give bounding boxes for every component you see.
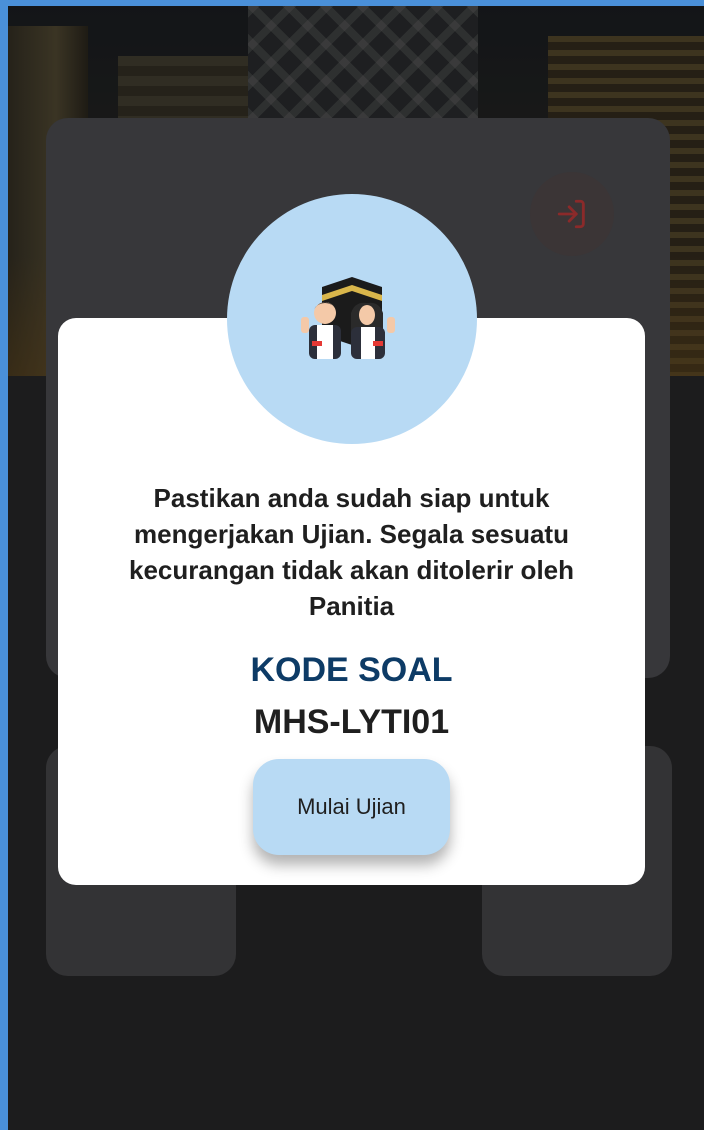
question-code-value: MHS-LYTI01	[253, 703, 450, 741]
logout-button[interactable]	[530, 172, 614, 256]
exam-warning-message: Pastikan anda sudah siap untuk mengerjak…	[128, 483, 575, 621]
start-exam-button[interactable]: Mulai Ujian	[253, 759, 450, 855]
logout-icon	[557, 199, 585, 229]
hajj-illustration	[227, 194, 477, 444]
question-code-label: KODE SOAL	[250, 651, 453, 689]
pilgrims-kaaba-icon	[301, 277, 395, 359]
